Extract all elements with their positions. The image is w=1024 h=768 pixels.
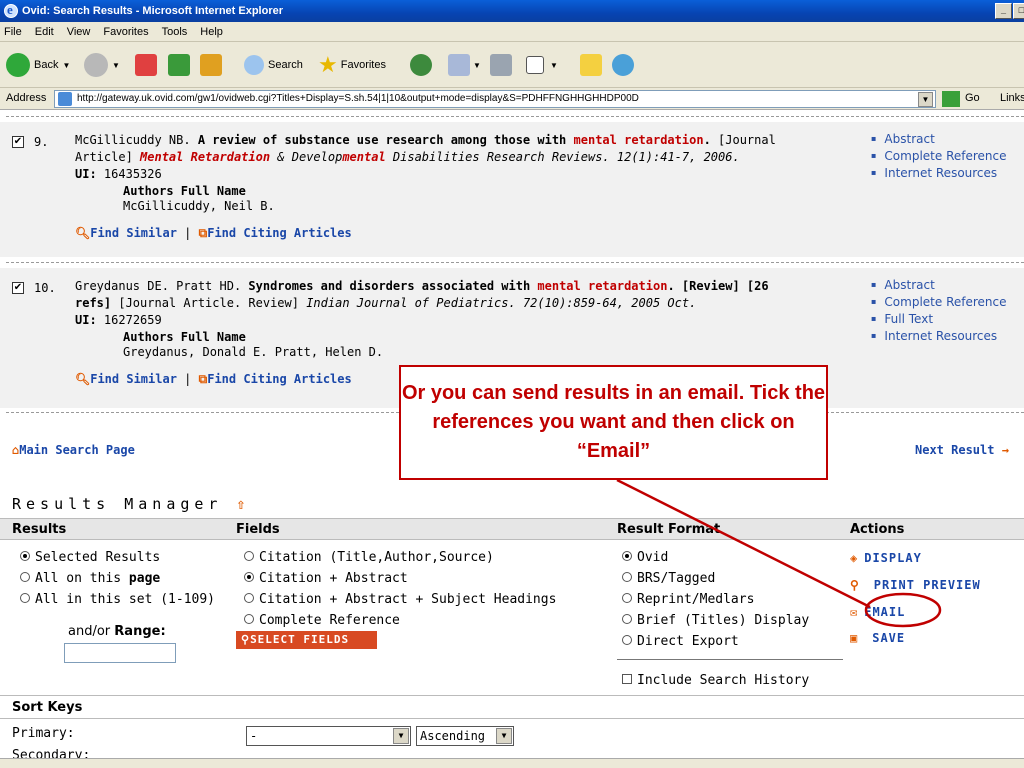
callout-pointer-overlay <box>616 478 942 628</box>
email-highlight-ellipse <box>864 592 942 628</box>
callout-pointer-line <box>616 478 871 609</box>
status-bar <box>0 758 1024 768</box>
